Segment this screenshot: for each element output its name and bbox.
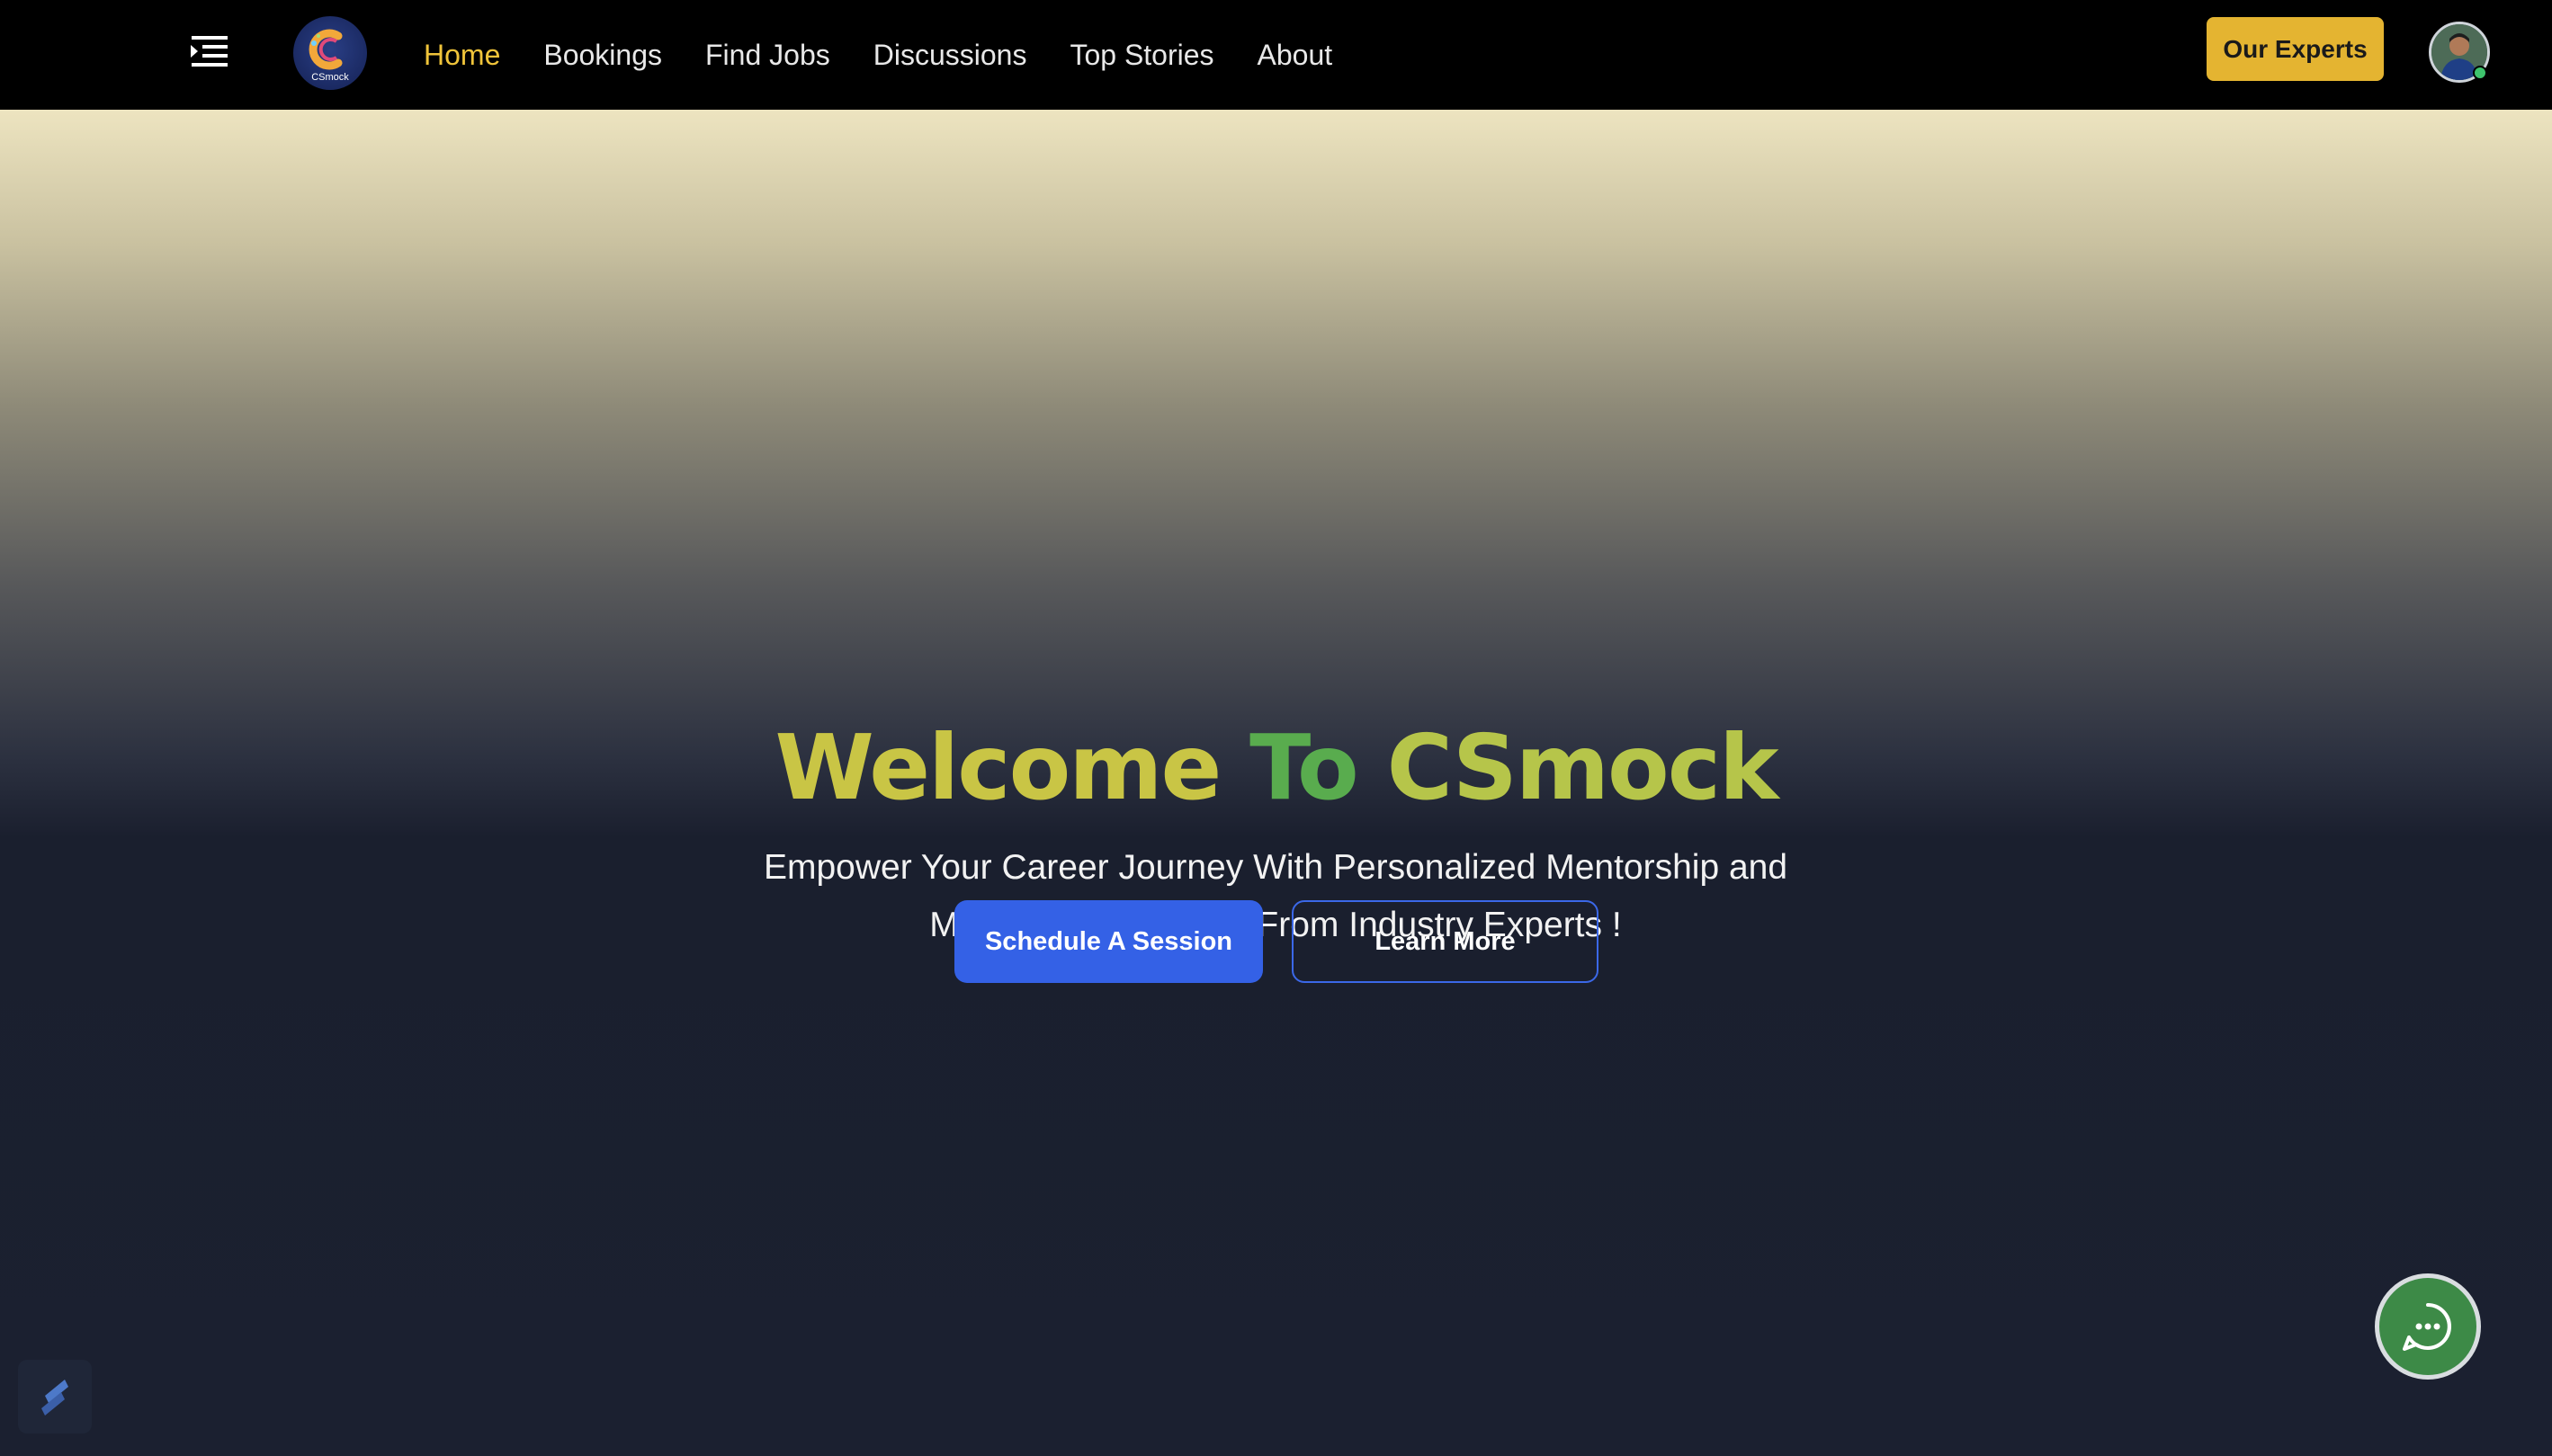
hero-title-word-2: To (1249, 715, 1359, 820)
stackbit-icon[interactable] (18, 1360, 92, 1434)
top-navbar: CSmock Home Bookings Find Jobs Discussio… (0, 0, 2552, 110)
nav-discussions[interactable]: Discussions (873, 39, 1027, 72)
hero-subtitle: Empower Your Career Journey With Persona… (646, 839, 1905, 954)
nav-bookings[interactable]: Bookings (543, 39, 662, 72)
learn-more-button[interactable]: Learn More (1292, 900, 1598, 983)
main-nav: Home Bookings Find Jobs Discussions Top … (424, 0, 1375, 110)
hero-title: Welcome To CSmock (0, 714, 2552, 822)
nav-top-stories[interactable]: Top Stories (1070, 39, 1213, 72)
menu-indent-icon[interactable] (186, 30, 231, 75)
svg-text:CSmock: CSmock (311, 72, 349, 83)
hero-title-word-3: CSmock (1386, 715, 1779, 820)
chat-bubble-icon[interactable] (2375, 1273, 2481, 1380)
nav-find-jobs[interactable]: Find Jobs (705, 39, 830, 72)
csmock-logo[interactable]: CSmock (293, 16, 367, 90)
nav-about[interactable]: About (1258, 39, 1333, 72)
our-experts-button[interactable]: Our Experts (2207, 17, 2384, 81)
page: CSmock Home Bookings Find Jobs Discussio… (0, 0, 2552, 1456)
hero-title-word-1: Welcome (775, 715, 1222, 820)
online-status-dot (2473, 66, 2487, 80)
nav-home[interactable]: Home (424, 39, 500, 72)
schedule-session-button[interactable]: Schedule A Session (954, 900, 1263, 983)
hero-section: Welcome To CSmock Empower Your Career Jo… (0, 110, 2552, 1456)
hero-subtitle-line-1: Empower Your Career Journey With Persona… (763, 848, 1788, 887)
